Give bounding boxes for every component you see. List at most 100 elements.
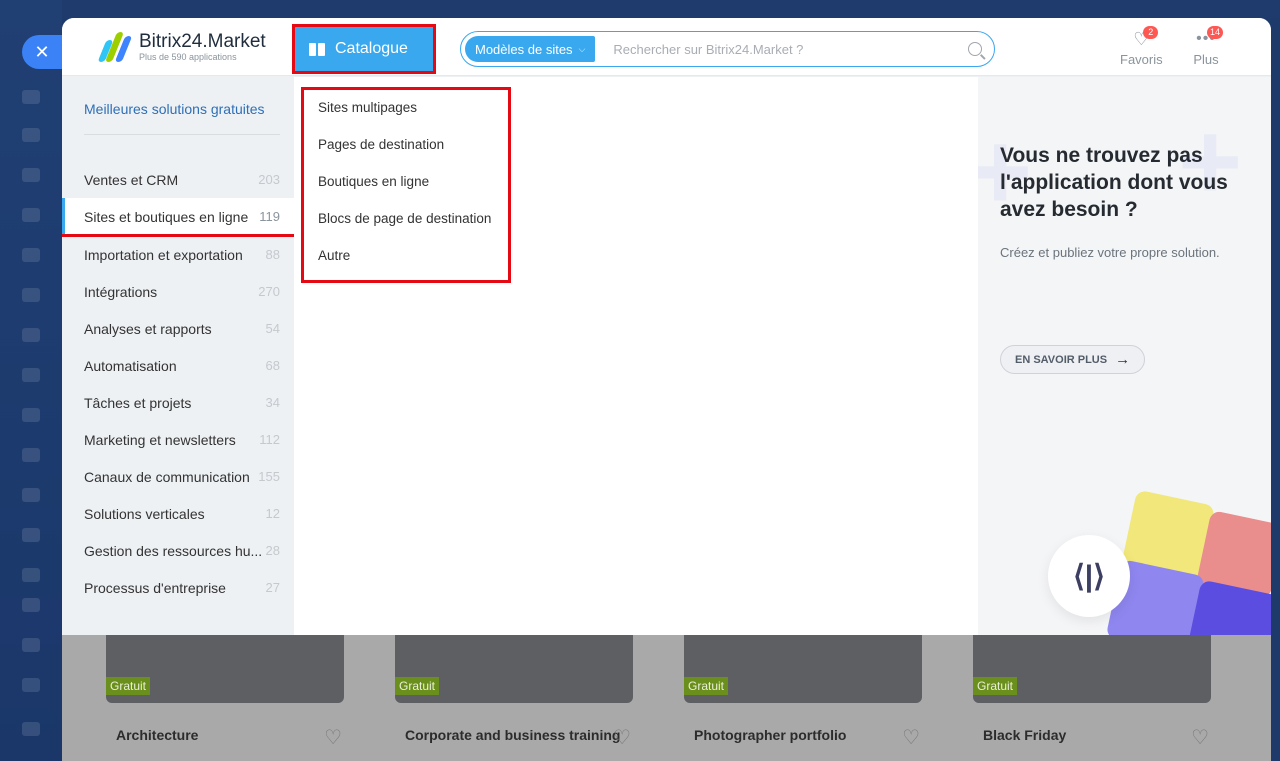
book-icon [309,42,325,56]
free-tag: Gratuit [395,677,440,695]
subcategory-item[interactable]: Sites multipages [318,100,417,115]
app-card-title: Photographer portfolio [694,727,847,743]
background-sidebar [0,0,62,761]
category-count: 54 [265,321,280,336]
category-label: Importation et exportation [84,246,243,263]
heart-icon[interactable]: ♡ [1191,725,1209,750]
category-item[interactable]: Ventes et CRM 203 [62,161,294,198]
sidebar-icon [22,208,40,222]
sidebar-icon [22,568,40,582]
background-topbar [0,0,1280,18]
category-label: Tâches et projets [84,394,192,411]
category-item-active[interactable]: Sites et boutiques en ligne 119 [62,198,294,235]
category-label: Processus d'entreprise [84,579,226,596]
sidebar-icon [22,448,40,462]
app-card[interactable]: Gratuit Corporate and business training … [395,635,633,749]
search-bar: Modèles de sites ⌵ [460,31,995,67]
category-label: Ventes et CRM [84,171,179,188]
category-count: 88 [265,247,280,262]
category-count: 12 [265,506,280,521]
app-card-title: Corporate and business training [405,727,621,743]
market-panel: Bitrix24.Market Plus de 590 applications… [62,18,1271,761]
sidebar-icon [22,368,40,382]
learn-more-label: EN SAVOIR PLUS [1015,353,1108,366]
app-card[interactable]: Gratuit Photographer portfolio ♡ [684,635,922,749]
arrow-right-icon: → [1115,351,1131,368]
category-count: 28 [265,543,280,558]
category-item[interactable]: Tâches et projets 34 [62,384,294,421]
plus-button[interactable]: ••• 14 Plus [1191,26,1223,67]
search-scope-dropdown[interactable]: Modèles de sites ⌵ [465,36,596,62]
category-count: 27 [265,580,280,595]
favoris-label: Favoris [1120,52,1163,67]
app-card-image: Gratuit [684,635,922,703]
category-label: Analyses et rapports [84,320,212,337]
app-card[interactable]: Gratuit Architecture ♡ [106,635,344,749]
category-item[interactable]: Analyses et rapports 54 [62,310,294,347]
search-icon[interactable] [968,42,982,56]
plus-badge: 14 [1206,26,1223,39]
category-count: 112 [259,432,280,447]
sidebar-icon [22,528,40,542]
heart-icon[interactable]: ♡ [613,725,631,750]
category-label: Automatisation [84,357,177,374]
search-input[interactable] [595,41,968,57]
sidebar-icon [22,722,40,736]
header: Bitrix24.Market Plus de 590 applications… [62,18,1271,76]
category-item[interactable]: Solutions verticales 12 [62,495,294,532]
category-item[interactable]: Gestion des ressources hu... 28 [62,532,294,569]
sidebar-icon [22,90,40,104]
category-count: 203 [258,172,280,187]
plus-label: Plus [1193,52,1219,67]
promo-title: Vous ne trouvez pas l'application dont v… [1000,144,1228,221]
bitrix-logo-icon [97,32,133,62]
subcategory-panel: Sites multipages Pages de destination Bo… [294,77,978,635]
subcategory-item[interactable]: Pages de destination [318,137,444,152]
chevron-down-icon: ⌵ [578,43,586,54]
sidebar-icon [22,678,40,692]
heart-icon[interactable]: ♡ [324,725,342,750]
category-label: Canaux de communication [84,468,250,485]
category-item[interactable]: Automatisation 68 [62,347,294,384]
promo-panel: + + Vous ne trouvez pas l'application do… [978,77,1271,635]
category-item[interactable]: Intégrations 270 [62,273,294,310]
app-card-title: Black Friday [983,727,1067,743]
best-free-solutions-link[interactable]: Meilleures solutions gratuites [84,101,265,117]
category-item[interactable]: Importation et exportation 88 [62,236,294,273]
catalogue-button[interactable]: Catalogue [292,24,436,74]
sidebar-icon [22,408,40,422]
sidebar-icon [22,128,40,142]
sidebar-icon [22,598,40,612]
subcategory-item[interactable]: Autre [318,248,350,263]
learn-more-button[interactable]: EN SAVOIR PLUS → [1000,345,1146,374]
category-label: Gestion des ressources hu... [84,542,263,559]
code-icon: ⟨|⟩ [1048,535,1130,617]
free-tag: Gratuit [973,677,1018,695]
category-label: Intégrations [84,283,158,300]
category-item[interactable]: Canaux de communication 155 [62,458,294,495]
category-count: 34 [265,395,280,410]
divider [84,134,280,135]
category-label: Sites et boutiques en ligne [84,208,249,225]
app-cards-row: Gratuit Architecture ♡ Gratuit Corporate… [62,635,1271,761]
logo[interactable]: Bitrix24.Market Plus de 590 applications [97,32,266,62]
sidebar-icon [22,248,40,262]
free-tag: Gratuit [106,677,151,695]
app-card-image: Gratuit [106,635,344,703]
subcategory-item[interactable]: Boutiques en ligne [318,174,429,189]
favoris-button[interactable]: ♡ 2 Favoris [1120,26,1163,67]
category-count: 270 [258,284,280,299]
subcategory-item[interactable]: Blocs de page de destination [318,211,491,226]
category-item[interactable]: Marketing et newsletters 112 [62,421,294,458]
subcategory-highlight-box: Sites multipages Pages de destination Bo… [301,87,511,283]
close-button[interactable]: ✕ [22,35,62,69]
category-sidebar: Meilleures solutions gratuites Ventes et… [62,77,294,635]
search-scope-label: Modèles de sites [475,41,573,57]
sidebar-icon [22,168,40,182]
sidebar-icon [22,488,40,502]
category-item[interactable]: Processus d'entreprise 27 [62,569,294,606]
app-card[interactable]: Gratuit Black Friday ♡ [973,635,1211,749]
category-count: 68 [265,358,280,373]
heart-icon[interactable]: ♡ [902,725,920,750]
category-count: 119 [259,209,280,224]
